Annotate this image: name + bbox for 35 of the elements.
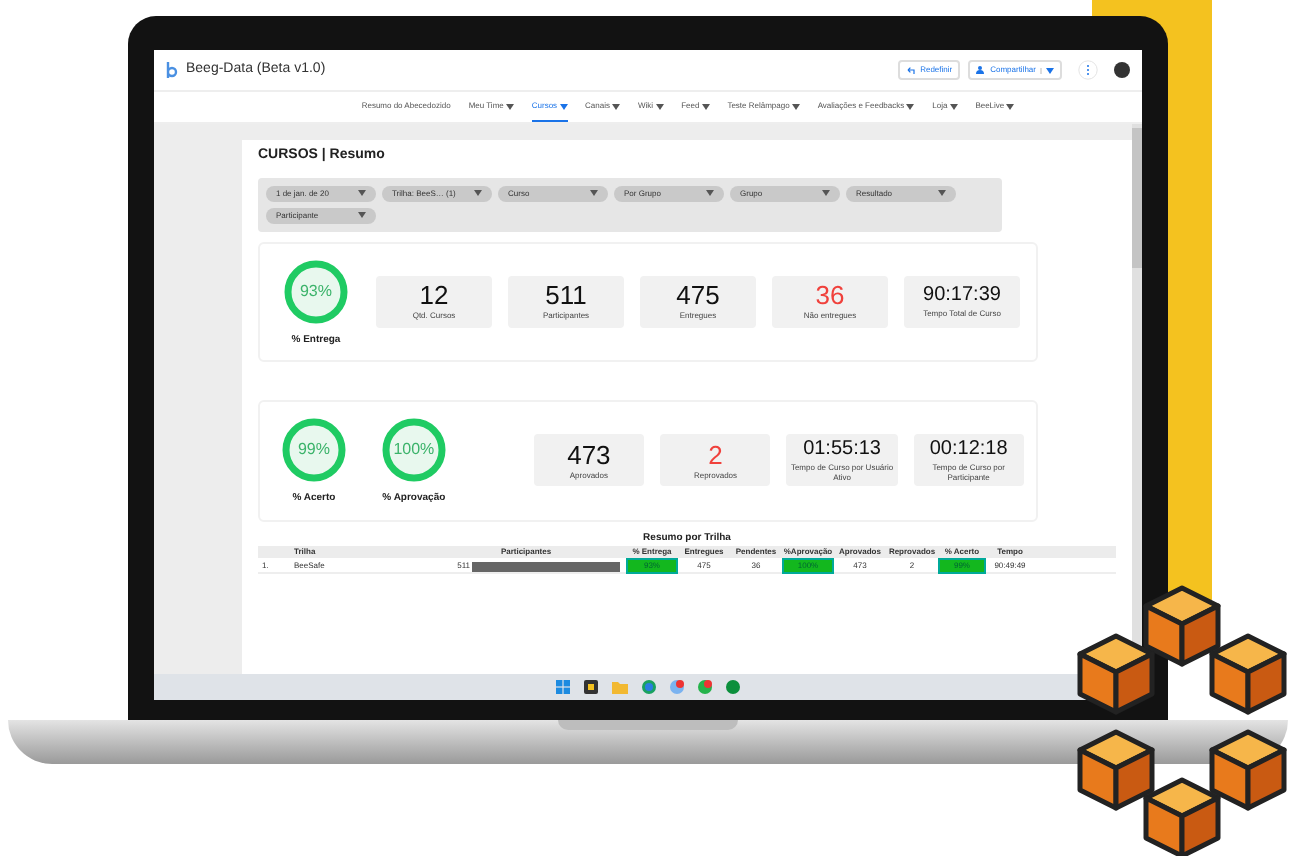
stat-value: 90:17:39	[923, 285, 1001, 306]
stat-value: 12	[419, 282, 449, 309]
phone-icon[interactable]	[698, 680, 712, 694]
gauge-value: 100%	[393, 438, 435, 462]
ring-gauge	[280, 255, 352, 327]
stat-value: 2	[708, 441, 723, 468]
undo-icon	[906, 66, 917, 74]
caret-icon	[474, 190, 482, 196]
stat-value: 00:12:18	[929, 439, 1008, 460]
stat-value: 01:55:13	[803, 439, 881, 460]
app-icon[interactable]	[584, 680, 598, 694]
stat-value: 475	[676, 282, 720, 309]
avatar[interactable]	[1114, 62, 1130, 78]
gauge-value: 99%	[297, 438, 330, 462]
caret-icon	[938, 190, 946, 196]
more-icon[interactable]	[1078, 60, 1098, 80]
stat-value: 36	[815, 282, 845, 309]
gauge-value: 93%	[299, 279, 332, 303]
logo-icon	[166, 61, 178, 79]
browser-icon[interactable]	[642, 680, 656, 694]
caret-icon	[706, 190, 714, 196]
caret-icon	[358, 190, 366, 196]
start-icon[interactable]	[556, 680, 570, 694]
ring-gauge	[277, 414, 350, 486]
stat-value: 473	[567, 441, 611, 468]
chat-icon[interactable]	[670, 680, 684, 694]
caret-icon	[822, 190, 830, 196]
person-add-icon	[976, 66, 987, 74]
caret-icon	[358, 212, 366, 218]
caret-icon	[1046, 67, 1054, 73]
caret-icon	[590, 190, 598, 196]
ring-gauge	[377, 414, 450, 486]
scrollbar-thumb[interactable]	[1132, 128, 1142, 268]
stat-value: 511	[545, 282, 587, 309]
app-icon[interactable]	[726, 680, 740, 694]
